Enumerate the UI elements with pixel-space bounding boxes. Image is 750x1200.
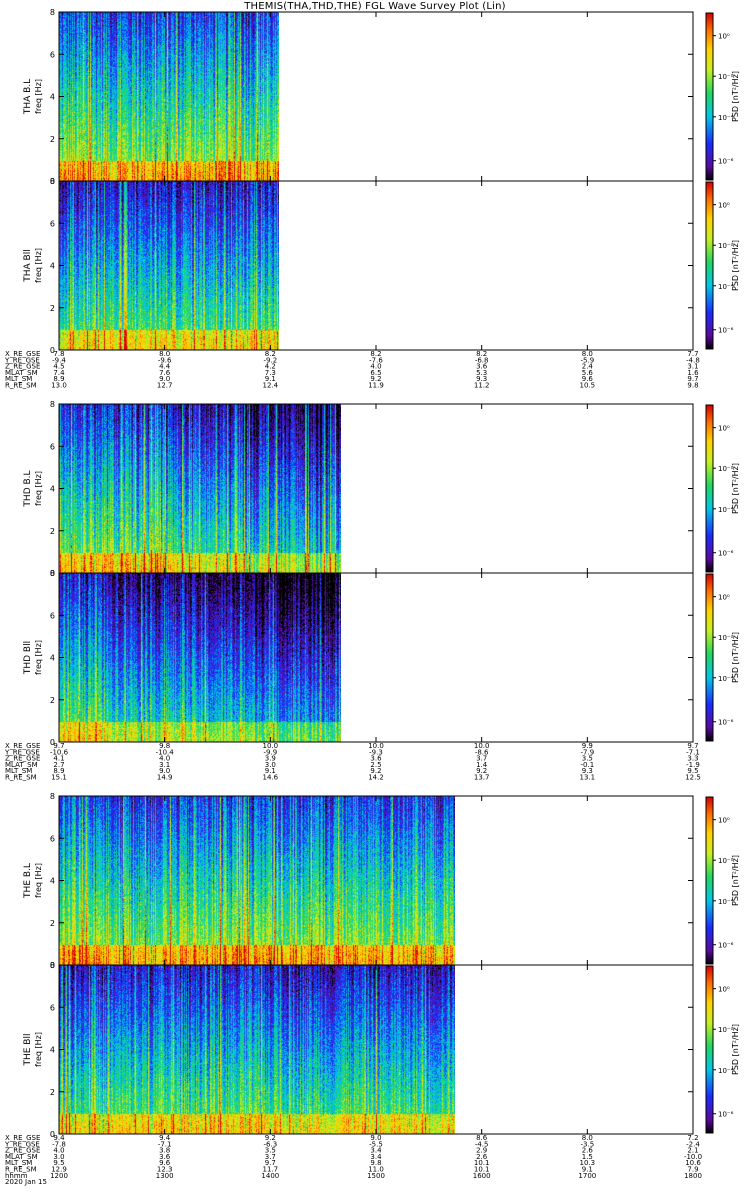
ephemeris-value: 11.9 — [368, 382, 384, 390]
spectrogram-1 — [59, 181, 279, 350]
y-tick-label: 4 — [50, 1046, 55, 1055]
ephemeris-label: R_RE_SM — [5, 382, 37, 390]
colorbar-tick-label: 10⁰ — [718, 817, 730, 825]
y-tick-label: 6 — [50, 50, 55, 59]
ephemeris-value: 12.5 — [685, 774, 701, 782]
y-tick-label: 6 — [50, 611, 55, 620]
panel-name: THD Bll — [23, 641, 33, 675]
ephemeris-value: 14.6 — [263, 774, 279, 782]
y-tick-label: 8 — [50, 961, 55, 970]
colorbar-tick-label: 10⁻⁶ — [718, 719, 734, 727]
y-tick-label: 8 — [50, 400, 55, 409]
ephemeris-label: R_RE_SM — [5, 774, 37, 782]
ephemeris-value: 1200 — [50, 1172, 68, 1180]
colorbar — [705, 12, 714, 181]
ephemeris-value: 10.5 — [580, 382, 596, 390]
spectrogram-0 — [59, 12, 279, 181]
panel-name: THA B.L — [23, 79, 33, 115]
y-tick-label: 8 — [50, 177, 55, 186]
panel-name: THD B.L — [23, 470, 33, 507]
y-axis-label: freq [Hz] — [34, 1032, 43, 1067]
colorbar-tick-label: 10⁻⁶ — [718, 158, 734, 166]
y-tick-label: 6 — [50, 219, 55, 228]
y-tick-label: 4 — [50, 262, 55, 271]
spectrogram-2 — [59, 404, 341, 573]
spectrogram-figure: 02468THA B.L freq [Hz]10⁰10⁻²10⁻⁴10⁻⁶PSD … — [4, 8, 740, 1186]
ephemeris-value: 12.4 — [263, 382, 279, 390]
y-axis-label: freq [Hz] — [34, 79, 43, 114]
colorbar-tick-label: 10⁰ — [718, 594, 730, 602]
spectrogram-4 — [59, 796, 455, 965]
colorbar-label: PSD [nT²/Hz] — [731, 463, 740, 514]
colorbar-tick-label: 10⁻⁶ — [718, 1111, 734, 1119]
y-tick-label: 4 — [50, 877, 55, 886]
y-tick-label: 4 — [50, 93, 55, 102]
ephemeris-value: 9.8 — [687, 382, 698, 390]
y-tick-label: 4 — [50, 485, 55, 494]
colorbar — [705, 181, 714, 350]
ephemeris-value: 1400 — [261, 1172, 279, 1180]
panel-name: THE Bll — [23, 1034, 33, 1067]
y-axis-label: freq [Hz] — [34, 640, 43, 675]
y-tick-label: 4 — [50, 654, 55, 663]
ephemeris-value: 1600 — [473, 1172, 491, 1180]
panel-name: THA Bll — [23, 249, 33, 282]
colorbar-label: PSD [nT²/Hz] — [731, 71, 740, 122]
spectrogram-3 — [59, 573, 341, 742]
ephemeris-value: 13.1 — [580, 774, 596, 782]
y-tick-label: 8 — [50, 569, 55, 578]
y-tick-label: 2 — [50, 696, 55, 705]
colorbar-tick-label: 10⁰ — [718, 33, 730, 41]
colorbar-label: PSD [nT²/Hz] — [731, 240, 740, 291]
ephemeris-value: 1800 — [684, 1172, 702, 1180]
colorbar-tick-label: 10⁻⁶ — [718, 327, 734, 335]
y-tick-label: 6 — [50, 442, 55, 451]
y-tick-label: 8 — [50, 792, 55, 801]
colorbar-tick-label: 10⁻⁶ — [718, 942, 734, 950]
ephemeris-value: 1700 — [578, 1172, 596, 1180]
colorbar — [705, 965, 714, 1134]
colorbar — [705, 404, 714, 573]
colorbar-label: PSD [nT²/Hz] — [731, 632, 740, 683]
y-tick-label: 2 — [50, 135, 55, 144]
y-tick-label: 6 — [50, 1003, 55, 1012]
colorbar-tick-label: 10⁰ — [718, 202, 730, 210]
colorbar — [705, 796, 714, 965]
ephemeris-value: 14.9 — [157, 774, 173, 782]
y-tick-label: 2 — [50, 527, 55, 536]
ephemeris-value: 14.2 — [368, 774, 384, 782]
date-label: 2020 Jan 15 — [5, 1178, 47, 1186]
y-axis-label: freq [Hz] — [34, 863, 43, 898]
ephemeris-value: 1300 — [156, 1172, 174, 1180]
y-axis-label: freq [Hz] — [34, 248, 43, 283]
colorbar-label: PSD [nT²/Hz] — [731, 855, 740, 906]
ephemeris-value: 1500 — [367, 1172, 385, 1180]
y-axis-label: freq [Hz] — [34, 471, 43, 506]
ephemeris-value: 15.1 — [51, 774, 67, 782]
y-tick-label: 6 — [50, 834, 55, 843]
y-tick-label: 8 — [50, 8, 55, 17]
colorbar — [705, 573, 714, 742]
ephemeris-value: 13.0 — [51, 382, 67, 390]
ephemeris-value: 12.7 — [157, 382, 173, 390]
colorbar-tick-label: 10⁻⁶ — [718, 550, 734, 558]
ephemeris-value: 13.7 — [474, 774, 490, 782]
spectrogram-5 — [59, 965, 455, 1134]
panel-name: THE B.L — [23, 863, 33, 899]
colorbar-label: PSD [nT²/Hz] — [731, 1024, 740, 1075]
y-tick-label: 2 — [50, 919, 55, 928]
colorbar-tick-label: 10⁰ — [718, 425, 730, 433]
ephemeris-value: 11.2 — [474, 382, 490, 390]
y-tick-label: 2 — [50, 304, 55, 313]
colorbar-tick-label: 10⁰ — [718, 986, 730, 994]
y-tick-label: 2 — [50, 1088, 55, 1097]
